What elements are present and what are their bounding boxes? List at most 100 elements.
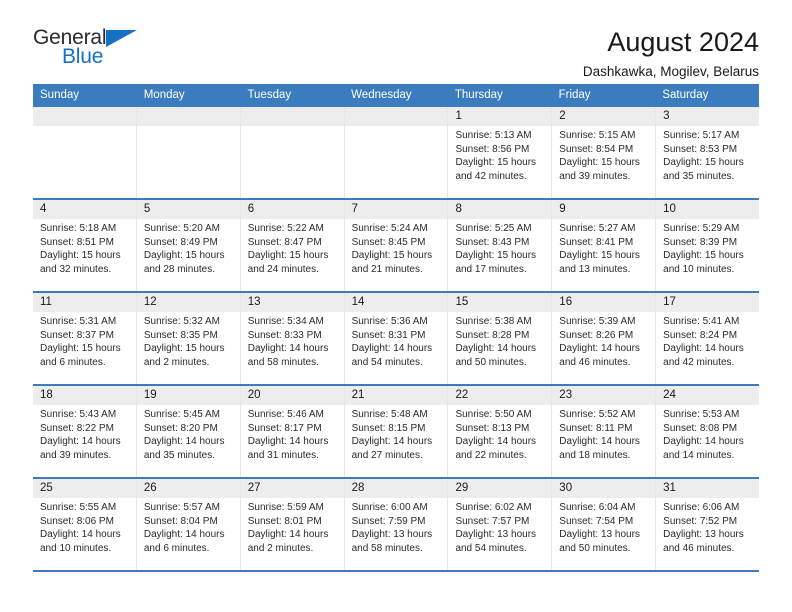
daylight-text-line1: Daylight: 14 hours: [663, 436, 744, 448]
daylight-text-line1: Daylight: 14 hours: [455, 436, 537, 448]
day-cell[interactable]: 25 Sunrise: 5:55 AM Sunset: 8:06 PM Dayl…: [33, 479, 137, 570]
daylight-text-line2: and 13 minutes.: [559, 263, 631, 275]
sunrise-text: Sunrise: 5:15 AM: [559, 130, 636, 141]
day-details: Sunrise: 5:27 AM Sunset: 8:41 PM Dayligh…: [552, 219, 655, 276]
daylight-text-line1: Daylight: 14 hours: [247, 529, 329, 541]
sunset-text: Sunset: 8:41 PM: [559, 236, 634, 248]
day-cell[interactable]: 23 Sunrise: 5:52 AM Sunset: 8:11 PM Dayl…: [552, 386, 657, 477]
general-blue-logo[interactable]: General Blue: [33, 26, 163, 74]
day-details: Sunrise: 5:36 AM Sunset: 8:31 PM Dayligh…: [345, 312, 448, 369]
sunrise-text: Sunrise: 5:41 AM: [663, 316, 740, 327]
day-cell[interactable]: [240, 107, 345, 198]
daylight-text-line2: and 10 minutes.: [663, 263, 735, 275]
day-details: Sunrise: 5:32 AM Sunset: 8:35 PM Dayligh…: [137, 312, 240, 369]
weekday-header-sunday: Sunday: [40, 89, 80, 101]
day-cell[interactable]: 8 Sunrise: 5:25 AM Sunset: 8:43 PM Dayli…: [448, 200, 553, 291]
daylight-text-line1: Daylight: 14 hours: [40, 529, 121, 541]
day-cell[interactable]: 24 Sunrise: 5:53 AM Sunset: 8:08 PM Dayl…: [656, 386, 760, 477]
day-cell[interactable]: 30 Sunrise: 6:04 AM Sunset: 7:54 PM Dayl…: [552, 479, 657, 570]
day-cell[interactable]: 3 Sunrise: 5:17 AM Sunset: 8:53 PM Dayli…: [656, 107, 760, 198]
day-cell[interactable]: 9 Sunrise: 5:27 AM Sunset: 8:41 PM Dayli…: [552, 200, 657, 291]
day-number: 6: [240, 200, 344, 219]
day-cell[interactable]: 7 Sunrise: 5:24 AM Sunset: 8:45 PM Dayli…: [344, 200, 449, 291]
daylight-text-line2: and 31 minutes.: [247, 449, 319, 461]
day-details: Sunrise: 5:17 AM Sunset: 8:53 PM Dayligh…: [656, 126, 759, 183]
day-number: 5: [136, 200, 240, 219]
weekday-header-thursday: Thursday: [454, 89, 503, 101]
day-cell[interactable]: 17 Sunrise: 5:41 AM Sunset: 8:24 PM Dayl…: [656, 293, 760, 384]
day-number: 14: [344, 293, 448, 312]
sunrise-text: Sunrise: 5:52 AM: [559, 409, 636, 420]
sunset-text: Sunset: 7:59 PM: [351, 515, 426, 527]
day-number: 18: [33, 386, 136, 405]
daylight-text-line1: Daylight: 14 hours: [143, 436, 225, 448]
day-cell[interactable]: 18 Sunrise: 5:43 AM Sunset: 8:22 PM Dayl…: [33, 386, 137, 477]
daylight-text-line1: Daylight: 14 hours: [351, 436, 433, 448]
daylight-text-line2: and 22 minutes.: [455, 449, 527, 461]
daylight-text-line2: and 24 minutes.: [247, 263, 319, 275]
day-number: 31: [656, 479, 760, 498]
sunset-text: Sunset: 8:15 PM: [351, 422, 426, 434]
day-details: Sunrise: 5:41 AM Sunset: 8:24 PM Dayligh…: [656, 312, 759, 369]
day-cell[interactable]: 10 Sunrise: 5:29 AM Sunset: 8:39 PM Dayl…: [656, 200, 760, 291]
daylight-text-line1: Daylight: 15 hours: [40, 343, 121, 355]
day-cell[interactable]: 1 Sunrise: 5:13 AM Sunset: 8:56 PM Dayli…: [448, 107, 553, 198]
sunset-text: Sunset: 8:20 PM: [143, 422, 218, 434]
daylight-text-line1: Daylight: 15 hours: [559, 250, 640, 262]
day-cell[interactable]: 31 Sunrise: 6:06 AM Sunset: 7:52 PM Dayl…: [656, 479, 760, 570]
day-cell[interactable]: 22 Sunrise: 5:50 AM Sunset: 8:13 PM Dayl…: [448, 386, 553, 477]
daylight-text-line2: and 58 minutes.: [247, 356, 319, 368]
day-cell[interactable]: 6 Sunrise: 5:22 AM Sunset: 8:47 PM Dayli…: [240, 200, 345, 291]
day-cell[interactable]: 21 Sunrise: 5:48 AM Sunset: 8:15 PM Dayl…: [344, 386, 449, 477]
day-number: 3: [656, 107, 760, 126]
sunrise-text: Sunrise: 5:18 AM: [40, 223, 117, 234]
sunrise-text: Sunrise: 5:25 AM: [455, 223, 532, 234]
page-title: August 2024: [607, 27, 759, 57]
day-cell[interactable]: 29 Sunrise: 6:02 AM Sunset: 7:57 PM Dayl…: [448, 479, 553, 570]
day-details: Sunrise: 6:00 AM Sunset: 7:59 PM Dayligh…: [345, 498, 448, 555]
day-cell[interactable]: 4 Sunrise: 5:18 AM Sunset: 8:51 PM Dayli…: [33, 200, 137, 291]
day-cell[interactable]: [136, 107, 241, 198]
day-cell[interactable]: 28 Sunrise: 6:00 AM Sunset: 7:59 PM Dayl…: [344, 479, 449, 570]
day-cell[interactable]: 14 Sunrise: 5:36 AM Sunset: 8:31 PM Dayl…: [344, 293, 449, 384]
day-cell[interactable]: 16 Sunrise: 5:39 AM Sunset: 8:26 PM Dayl…: [552, 293, 657, 384]
day-cell[interactable]: 13 Sunrise: 5:34 AM Sunset: 8:33 PM Dayl…: [240, 293, 345, 384]
daylight-text-line2: and 2 minutes.: [143, 356, 210, 368]
daylight-text-line2: and 54 minutes.: [351, 356, 423, 368]
day-details: Sunrise: 6:04 AM Sunset: 7:54 PM Dayligh…: [552, 498, 655, 555]
daylight-text-line1: Daylight: 13 hours: [455, 529, 537, 541]
day-cell[interactable]: 19 Sunrise: 5:45 AM Sunset: 8:20 PM Dayl…: [136, 386, 241, 477]
day-details: Sunrise: 5:59 AM Sunset: 8:01 PM Dayligh…: [241, 498, 344, 555]
daylight-text-line2: and 46 minutes.: [663, 542, 735, 554]
sunrise-text: Sunrise: 5:48 AM: [351, 409, 428, 420]
day-details: Sunrise: 5:50 AM Sunset: 8:13 PM Dayligh…: [448, 405, 551, 462]
day-cell[interactable]: 15 Sunrise: 5:38 AM Sunset: 8:28 PM Dayl…: [448, 293, 553, 384]
daylight-text-line1: Daylight: 15 hours: [40, 250, 121, 262]
sunset-text: Sunset: 8:53 PM: [663, 143, 738, 155]
day-cell[interactable]: 5 Sunrise: 5:20 AM Sunset: 8:49 PM Dayli…: [136, 200, 241, 291]
daylight-text-line2: and 42 minutes.: [455, 170, 527, 182]
daylight-text-line1: Daylight: 15 hours: [143, 250, 225, 262]
sunrise-text: Sunrise: 5:20 AM: [143, 223, 221, 234]
week-row: 25 Sunrise: 5:55 AM Sunset: 8:06 PM Dayl…: [33, 477, 760, 570]
day-number: 9: [552, 200, 656, 219]
weekday-header-saturday: Saturday: [662, 89, 709, 101]
daylight-text-line2: and 28 minutes.: [143, 263, 216, 275]
sunset-text: Sunset: 8:45 PM: [351, 236, 426, 248]
day-details: [136, 126, 240, 129]
daylight-text-line1: Daylight: 13 hours: [663, 529, 744, 541]
day-details: Sunrise: 5:46 AM Sunset: 8:17 PM Dayligh…: [241, 405, 344, 462]
day-details: Sunrise: 5:24 AM Sunset: 8:45 PM Dayligh…: [345, 219, 448, 276]
day-cell[interactable]: 27 Sunrise: 5:59 AM Sunset: 8:01 PM Dayl…: [240, 479, 345, 570]
day-cell[interactable]: [33, 107, 137, 198]
day-cell[interactable]: 26 Sunrise: 5:57 AM Sunset: 8:04 PM Dayl…: [136, 479, 241, 570]
day-cell[interactable]: 11 Sunrise: 5:31 AM Sunset: 8:37 PM Dayl…: [33, 293, 137, 384]
day-details: Sunrise: 5:13 AM Sunset: 8:56 PM Dayligh…: [448, 126, 551, 183]
day-number: 8: [448, 200, 552, 219]
day-cell[interactable]: 20 Sunrise: 5:46 AM Sunset: 8:17 PM Dayl…: [240, 386, 345, 477]
sunset-text: Sunset: 8:17 PM: [247, 422, 322, 434]
week-row: 1 Sunrise: 5:13 AM Sunset: 8:56 PM Dayli…: [33, 107, 760, 198]
day-cell[interactable]: [344, 107, 449, 198]
day-cell[interactable]: 2 Sunrise: 5:15 AM Sunset: 8:54 PM Dayli…: [552, 107, 657, 198]
day-cell[interactable]: 12 Sunrise: 5:32 AM Sunset: 8:35 PM Dayl…: [136, 293, 241, 384]
